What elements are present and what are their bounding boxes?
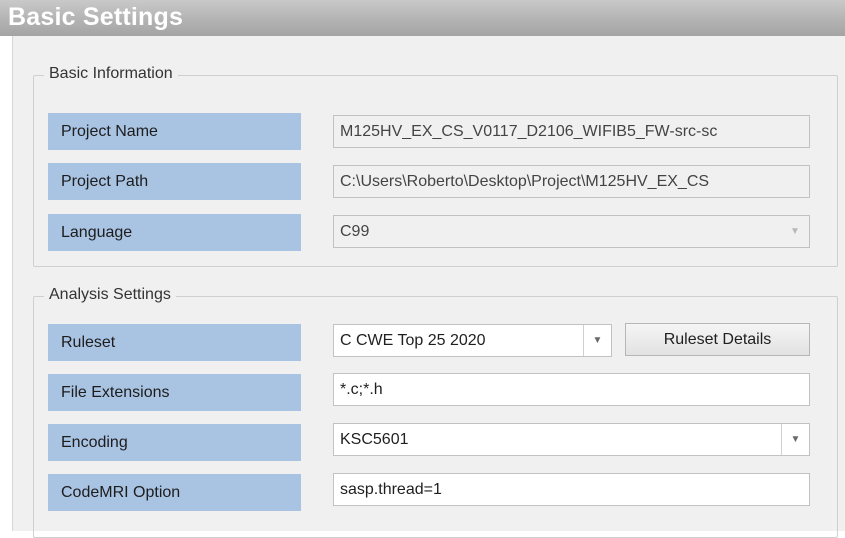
codemri-option-label: CodeMRI Option xyxy=(48,474,301,511)
ruleset-value: C CWE Top 25 2020 xyxy=(340,331,486,349)
language-dropdown-button[interactable]: ▼ xyxy=(781,216,809,247)
ruleset-details-button[interactable]: Ruleset Details xyxy=(625,323,810,356)
project-path-field[interactable]: C:\Users\Roberto\Desktop\Project\M125HV_… xyxy=(333,165,810,198)
ruleset-dropdown-button[interactable]: ▼ xyxy=(583,325,611,356)
language-label: Language xyxy=(48,214,301,251)
page-title: Basic Settings xyxy=(8,3,184,31)
analysis-settings-legend: Analysis Settings xyxy=(44,286,176,304)
encoding-dropdown-button[interactable]: ▼ xyxy=(781,424,809,455)
title-bar: Basic Settings xyxy=(0,0,845,36)
ruleset-select[interactable]: C CWE Top 25 2020 ▼ xyxy=(333,324,612,357)
project-name-field[interactable]: M125HV_EX_CS_V0117_D2106_WIFIB5_FW-src-s… xyxy=(333,115,810,148)
project-path-label: Project Path xyxy=(48,163,301,200)
encoding-value: KSC5601 xyxy=(340,430,409,448)
chevron-down-icon: ▼ xyxy=(790,434,801,445)
ruleset-label: Ruleset xyxy=(48,324,301,361)
chevron-down-icon: ▼ xyxy=(592,335,603,346)
codemri-option-input[interactable]: sasp.thread=1 xyxy=(333,473,810,506)
encoding-label: Encoding xyxy=(48,424,301,461)
file-extensions-input[interactable]: *.c;*.h xyxy=(333,373,810,406)
language-value: C99 xyxy=(340,222,370,240)
project-name-label: Project Name xyxy=(48,113,301,150)
basic-information-legend: Basic Information xyxy=(44,65,178,83)
settings-panel: Basic Information Project Name M125HV_EX… xyxy=(12,36,845,538)
encoding-select[interactable]: KSC5601 ▼ xyxy=(333,423,810,456)
chevron-down-icon: ▼ xyxy=(790,226,800,237)
language-select[interactable]: C99 ▼ xyxy=(333,215,810,248)
file-extensions-label: File Extensions xyxy=(48,374,301,411)
